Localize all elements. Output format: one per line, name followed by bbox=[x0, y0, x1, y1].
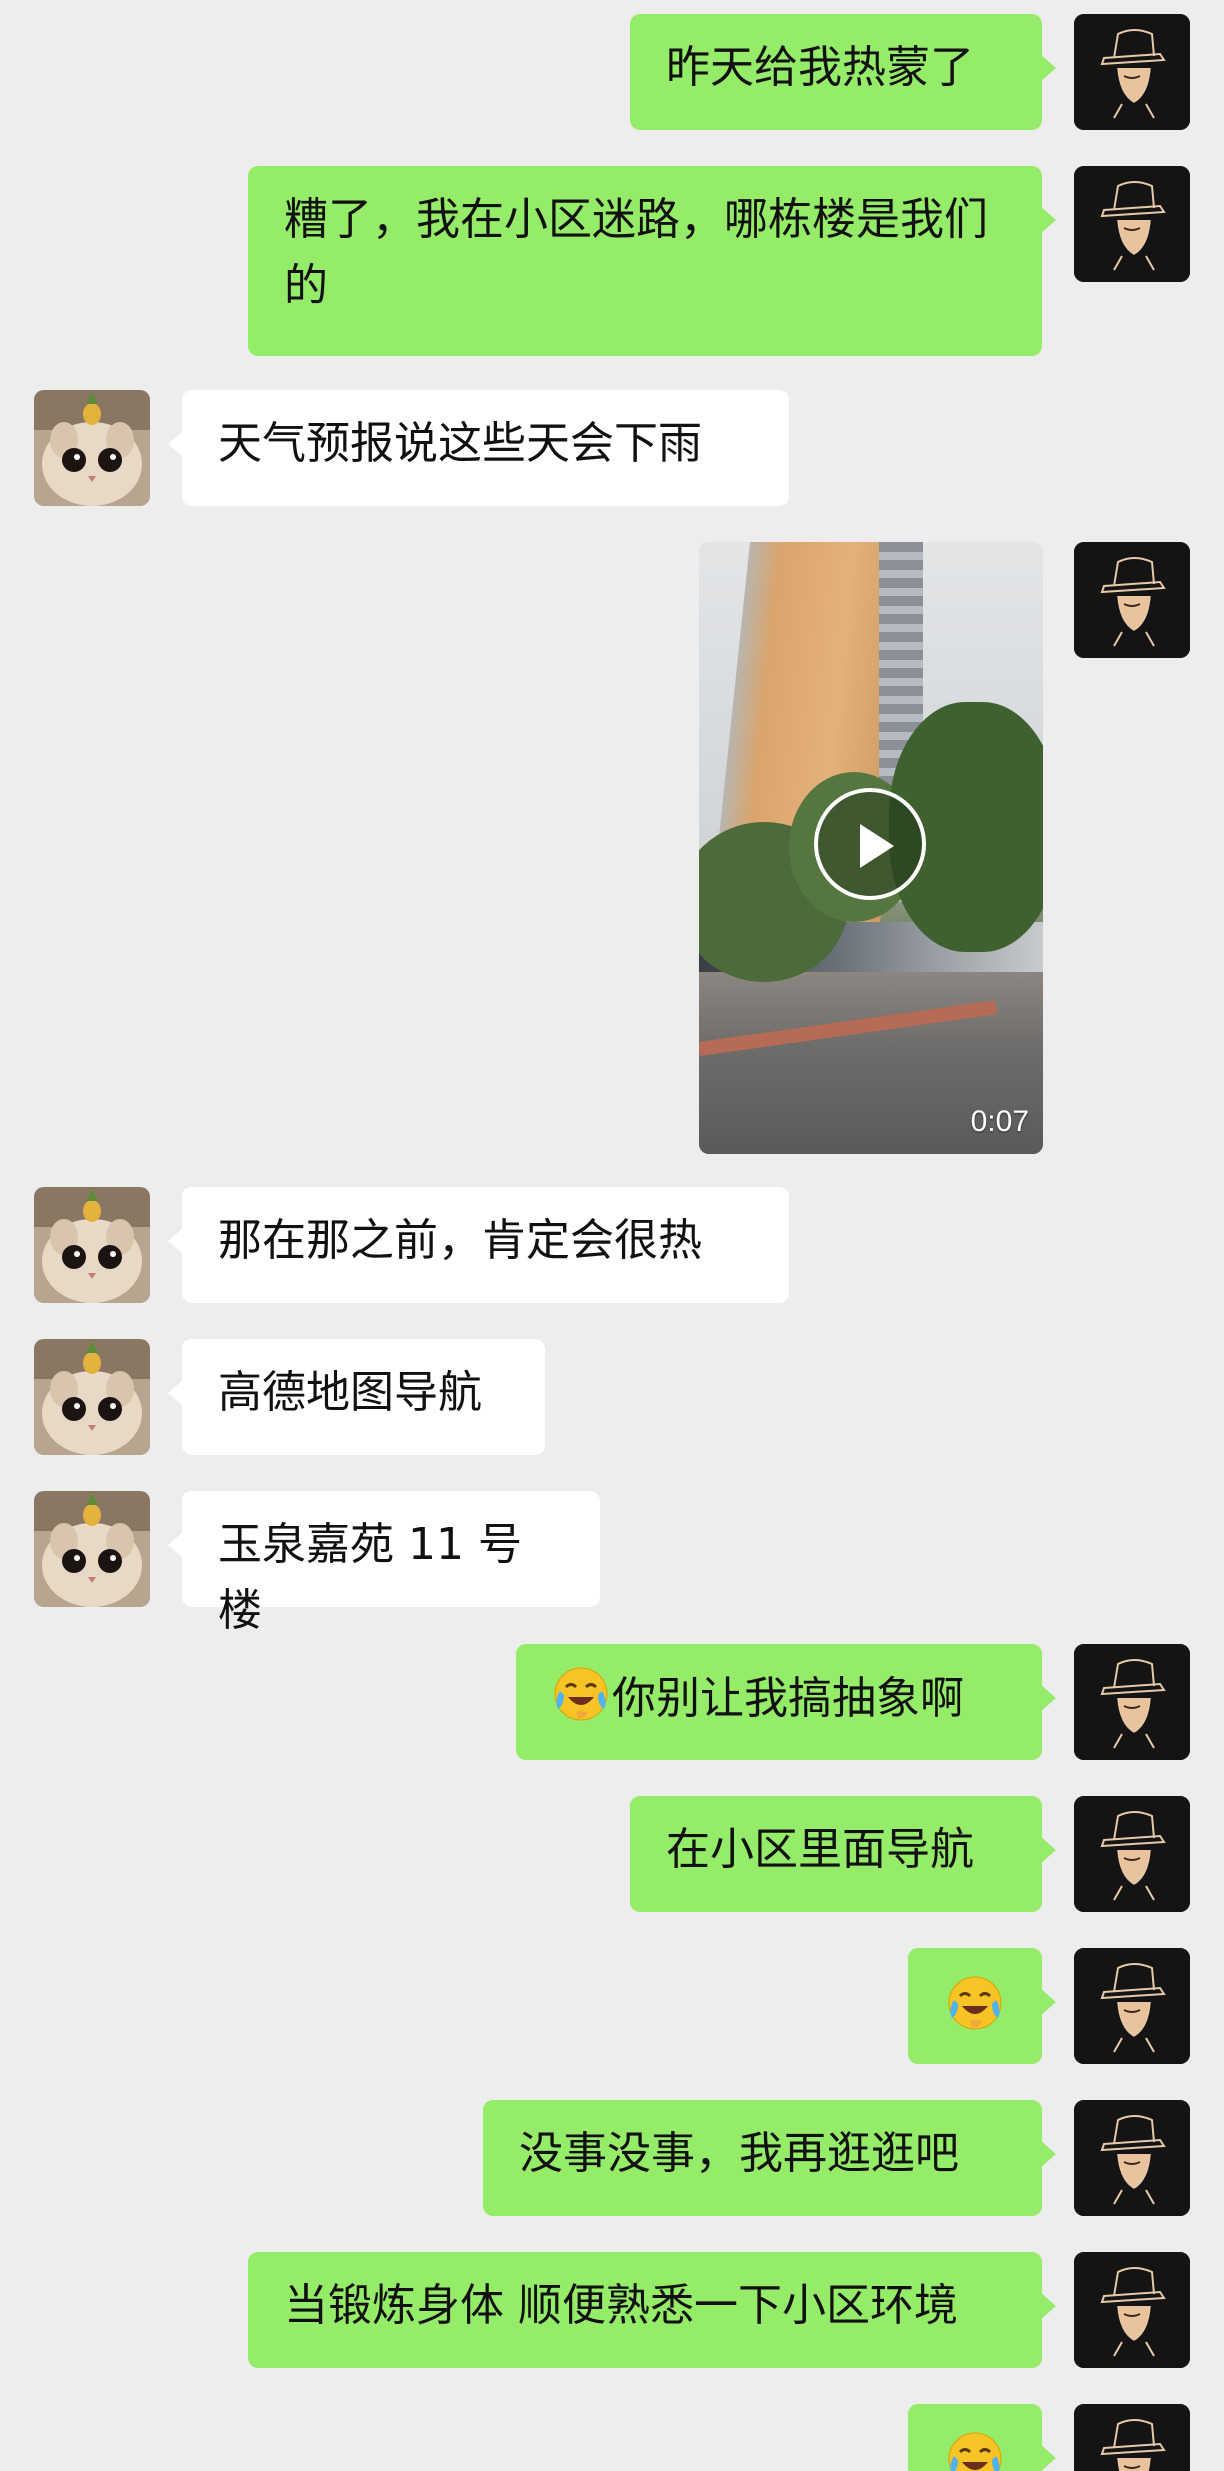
chat-message-list[interactable]: 昨天给我热蒙了 糟了，我在小区迷路，哪栋楼是我们的 天气预报说这些天会下雨 0:… bbox=[0, 0, 1224, 2471]
friend-avatar[interactable] bbox=[34, 1491, 150, 1607]
message-row: 没事没事，我再逛逛吧 bbox=[0, 2100, 1224, 2216]
message-text: 你别让我搞抽象啊 bbox=[612, 1673, 964, 1724]
message-row: 0:07 bbox=[0, 542, 1224, 1154]
message-row bbox=[0, 2404, 1224, 2471]
message-row bbox=[0, 1948, 1224, 2064]
video-duration: 0:07 bbox=[970, 1105, 1029, 1138]
self-avatar[interactable] bbox=[1074, 2404, 1190, 2471]
cat-icon bbox=[34, 1187, 150, 1303]
self-avatar[interactable] bbox=[1074, 14, 1190, 130]
cat-icon bbox=[34, 1491, 150, 1607]
detective-hat-icon bbox=[1074, 2404, 1190, 2471]
self-avatar[interactable] bbox=[1074, 2100, 1190, 2216]
message-row: 天气预报说这些天会下雨 bbox=[0, 390, 1224, 506]
message-row: 昨天给我热蒙了 bbox=[0, 14, 1224, 130]
message-text: 没事没事，我再逛逛吧 bbox=[519, 2128, 959, 2179]
message-row: 高德地图导航 bbox=[0, 1339, 1224, 1455]
message-row: 你别让我搞抽象啊 bbox=[0, 1644, 1224, 1760]
detective-hat-icon bbox=[1074, 14, 1190, 130]
self-avatar[interactable] bbox=[1074, 166, 1190, 282]
friend-avatar[interactable] bbox=[34, 1187, 150, 1303]
friend-avatar[interactable] bbox=[34, 390, 150, 506]
self-avatar[interactable] bbox=[1074, 2252, 1190, 2368]
message-row: 当锻炼身体 顺便熟悉一下小区环境 bbox=[0, 2252, 1224, 2368]
message-bubble-outgoing[interactable]: 没事没事，我再逛逛吧 bbox=[483, 2100, 1056, 2216]
message-bubble-incoming[interactable]: 高德地图导航 bbox=[168, 1339, 545, 1455]
message-text: 当锻炼身体 顺便熟悉一下小区环境 bbox=[284, 2280, 958, 2331]
detective-hat-icon bbox=[1074, 2252, 1190, 2368]
message-bubble-outgoing[interactable] bbox=[908, 1948, 1056, 2064]
message-bubble-outgoing[interactable] bbox=[908, 2404, 1056, 2471]
video-message[interactable]: 0:07 bbox=[699, 542, 1043, 1154]
message-text: 高德地图导航 bbox=[218, 1367, 482, 1418]
message-bubble-outgoing[interactable]: 当锻炼身体 顺便熟悉一下小区环境 bbox=[248, 2252, 1056, 2368]
message-bubble-incoming[interactable]: 天气预报说这些天会下雨 bbox=[168, 390, 789, 506]
message-row: 那在那之前，肯定会很热 bbox=[0, 1187, 1224, 1303]
message-row: 在小区里面导航 bbox=[0, 1796, 1224, 1912]
self-avatar[interactable] bbox=[1074, 542, 1190, 658]
message-bubble-incoming[interactable]: 玉泉嘉苑 11 号楼 bbox=[168, 1491, 600, 1636]
message-bubble-outgoing[interactable]: 你别让我搞抽象啊 bbox=[516, 1644, 1056, 1760]
message-text: 玉泉嘉苑 11 号楼 bbox=[218, 1519, 522, 1636]
laugh-cry-emoji-icon bbox=[946, 2430, 1004, 2471]
self-avatar[interactable] bbox=[1074, 1796, 1190, 1912]
laugh-cry-emoji-icon bbox=[552, 1665, 610, 1723]
cat-icon bbox=[34, 1339, 150, 1455]
friend-avatar[interactable] bbox=[34, 1339, 150, 1455]
message-bubble-outgoing[interactable]: 糟了，我在小区迷路，哪栋楼是我们的 bbox=[248, 166, 1056, 356]
message-row: 糟了，我在小区迷路，哪栋楼是我们的 bbox=[0, 166, 1224, 356]
message-row: 玉泉嘉苑 11 号楼 bbox=[0, 1491, 1224, 1636]
play-icon[interactable] bbox=[814, 788, 926, 900]
self-avatar[interactable] bbox=[1074, 1644, 1190, 1760]
detective-hat-icon bbox=[1074, 2100, 1190, 2216]
detective-hat-icon bbox=[1074, 166, 1190, 282]
message-bubble-outgoing[interactable]: 在小区里面导航 bbox=[630, 1796, 1056, 1912]
message-text: 昨天给我热蒙了 bbox=[666, 42, 974, 93]
detective-hat-icon bbox=[1074, 1644, 1190, 1760]
laugh-cry-emoji-icon bbox=[946, 1974, 1004, 2032]
detective-hat-icon bbox=[1074, 542, 1190, 658]
message-text: 糟了，我在小区迷路，哪栋楼是我们的 bbox=[284, 194, 988, 311]
self-avatar[interactable] bbox=[1074, 1948, 1190, 2064]
message-bubble-incoming[interactable]: 那在那之前，肯定会很热 bbox=[168, 1187, 789, 1303]
message-text: 天气预报说这些天会下雨 bbox=[218, 418, 702, 469]
detective-hat-icon bbox=[1074, 1796, 1190, 1912]
message-text: 在小区里面导航 bbox=[666, 1824, 974, 1875]
cat-icon bbox=[34, 390, 150, 506]
message-bubble-outgoing[interactable]: 昨天给我热蒙了 bbox=[630, 14, 1056, 130]
detective-hat-icon bbox=[1074, 1948, 1190, 2064]
message-text: 那在那之前，肯定会很热 bbox=[218, 1215, 702, 1266]
